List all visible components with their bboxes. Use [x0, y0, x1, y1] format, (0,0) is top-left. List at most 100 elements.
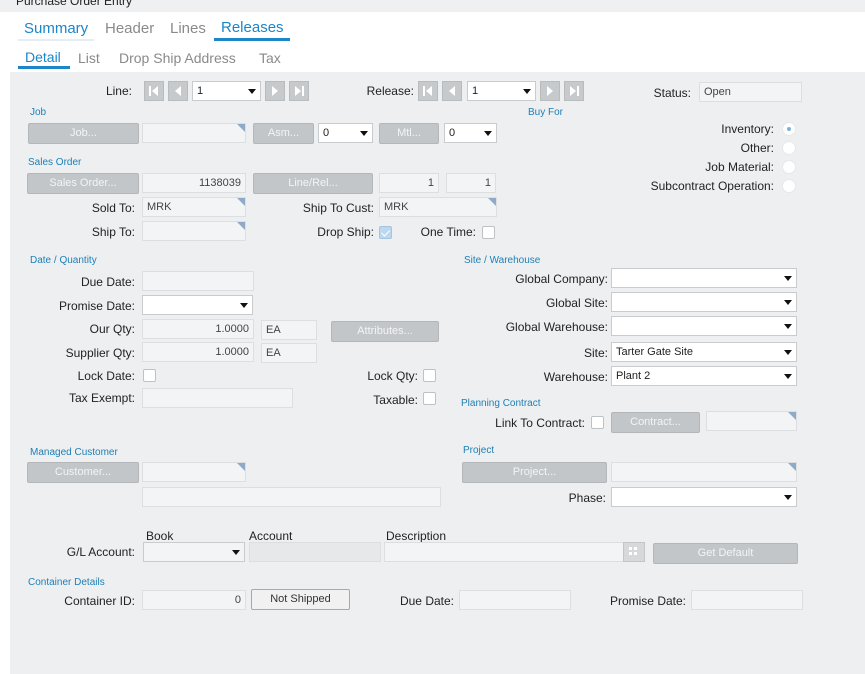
- tab-list[interactable]: List: [78, 49, 100, 67]
- tab-summary-underline: [18, 39, 94, 41]
- chevron-down-icon: [784, 495, 792, 500]
- release-label: Release:: [366, 84, 414, 98]
- gl-description-field[interactable]: [384, 542, 624, 562]
- container-promise-date-field[interactable]: [691, 590, 803, 610]
- tab-releases[interactable]: Releases: [221, 18, 284, 38]
- gl-book-select[interactable]: [143, 542, 245, 562]
- buy-for-job-material-radio[interactable]: [782, 160, 796, 174]
- lock-date-checkbox[interactable]: [143, 369, 156, 382]
- customer-button[interactable]: Customer...: [27, 462, 139, 483]
- ship-to-field[interactable]: [142, 221, 246, 241]
- line-select[interactable]: 1: [192, 81, 261, 101]
- one-time-checkbox[interactable]: [482, 226, 495, 239]
- site-label: Site:: [583, 346, 608, 360]
- first-icon: [149, 86, 158, 96]
- tab-drop-ship-address[interactable]: Drop Ship Address: [119, 49, 236, 67]
- prev-line-button[interactable]: [168, 81, 188, 101]
- drop-ship-checkbox[interactable]: [379, 226, 392, 239]
- global-site-select[interactable]: [611, 292, 797, 312]
- project-field[interactable]: [611, 462, 797, 482]
- so-line-field[interactable]: 1: [379, 173, 439, 193]
- buy-for-subcontract-radio[interactable]: [782, 179, 796, 193]
- chevron-down-icon: [784, 374, 792, 379]
- our-qty-field[interactable]: 1.0000: [142, 319, 254, 339]
- gl-lookup-button[interactable]: [623, 542, 645, 562]
- chevron-down-icon: [240, 303, 248, 308]
- lock-qty-checkbox[interactable]: [423, 369, 436, 382]
- tab-detail[interactable]: Detail: [25, 48, 61, 66]
- drop-ship-label: Drop Ship:: [317, 225, 374, 239]
- phase-select[interactable]: [611, 487, 797, 507]
- promise-date-label: Promise Date:: [58, 299, 135, 313]
- contract-field[interactable]: [706, 411, 797, 431]
- global-company-select[interactable]: [611, 268, 797, 288]
- managed-customer-section-title: Managed Customer: [30, 447, 118, 458]
- tax-exempt-label: Tax Exempt:: [68, 391, 135, 405]
- chevron-down-icon: [784, 350, 792, 355]
- tab-summary[interactable]: Summary: [24, 19, 88, 39]
- ship-to-cust-field[interactable]: MRK: [379, 197, 497, 217]
- lock-date-label: Lock Date:: [77, 369, 135, 383]
- gl-account-label: G/L Account:: [66, 545, 135, 559]
- window-title: Purchase Order Entry: [16, 0, 133, 8]
- tab-lines[interactable]: Lines: [170, 19, 206, 39]
- tax-exempt-field[interactable]: [142, 388, 293, 408]
- not-shipped-button[interactable]: Not Shipped: [251, 589, 350, 610]
- project-section-title: Project: [463, 445, 495, 456]
- global-warehouse-select[interactable]: [611, 316, 797, 336]
- next-release-button[interactable]: [540, 81, 560, 101]
- sold-to-field[interactable]: MRK: [142, 197, 246, 217]
- get-default-button[interactable]: Get Default: [653, 543, 798, 564]
- mtl-select[interactable]: 0: [444, 123, 497, 143]
- tab-releases-underline: [214, 38, 290, 41]
- sales-order-button[interactable]: Sales Order...: [27, 173, 139, 194]
- warehouse-label: Warehouse:: [543, 370, 608, 384]
- job-field[interactable]: [142, 123, 246, 143]
- tab-tax[interactable]: Tax: [259, 49, 281, 67]
- first-line-button[interactable]: [144, 81, 164, 101]
- so-release-field[interactable]: 1: [446, 173, 496, 193]
- global-warehouse-label: Global Warehouse:: [505, 320, 608, 334]
- supplier-qty-field[interactable]: 1.0000: [142, 342, 254, 362]
- project-button[interactable]: Project...: [462, 462, 607, 483]
- buy-for-section-title: Buy For: [528, 107, 564, 118]
- prev-icon: [175, 86, 181, 96]
- due-date-field[interactable]: [142, 271, 254, 291]
- link-to-contract-checkbox[interactable]: [591, 416, 604, 429]
- line-rel-button[interactable]: Line/Rel...: [253, 173, 373, 194]
- container-id-field[interactable]: 0: [142, 590, 246, 610]
- date-quantity-section-title: Date / Quantity: [30, 255, 97, 266]
- taxable-checkbox[interactable]: [423, 392, 436, 405]
- first-release-button[interactable]: [418, 81, 438, 101]
- gl-account-field[interactable]: [249, 542, 381, 562]
- line-value: 1: [197, 85, 204, 97]
- our-uom-field[interactable]: EA: [261, 320, 317, 340]
- container-details-section-title: Container Details: [28, 577, 105, 588]
- customer-field[interactable]: [142, 462, 246, 482]
- warehouse-select[interactable]: Plant 2: [611, 366, 797, 386]
- one-time-label: One Time:: [420, 225, 476, 239]
- sales-order-field[interactable]: 1138039: [142, 173, 246, 193]
- tab-header[interactable]: Header: [105, 19, 154, 39]
- customer-name-field[interactable]: [142, 487, 441, 507]
- job-button[interactable]: Job...: [28, 123, 139, 144]
- mtl-button[interactable]: Mtl...: [379, 123, 439, 144]
- buy-for-other-radio[interactable]: [782, 141, 796, 155]
- promise-date-picker[interactable]: [142, 295, 253, 315]
- supplier-uom-field[interactable]: EA: [261, 343, 317, 363]
- contract-button[interactable]: Contract...: [611, 412, 700, 433]
- attributes-button[interactable]: Attributes...: [331, 321, 439, 342]
- asm-select[interactable]: 0: [318, 123, 373, 143]
- buy-for-inventory-radio[interactable]: [782, 122, 796, 136]
- last-release-button[interactable]: [564, 81, 584, 101]
- site-select[interactable]: Tarter Gate Site: [611, 342, 797, 362]
- next-line-button[interactable]: [265, 81, 285, 101]
- prev-release-button[interactable]: [442, 81, 462, 101]
- asm-button[interactable]: Asm...: [253, 123, 314, 144]
- container-promise-date-label: Promise Date:: [609, 594, 686, 608]
- release-select[interactable]: 1: [467, 81, 536, 101]
- container-due-date-field[interactable]: [459, 590, 571, 610]
- last-line-button[interactable]: [289, 81, 309, 101]
- our-qty-label: Our Qty:: [89, 322, 135, 336]
- container-due-date-label: Due Date:: [399, 594, 454, 608]
